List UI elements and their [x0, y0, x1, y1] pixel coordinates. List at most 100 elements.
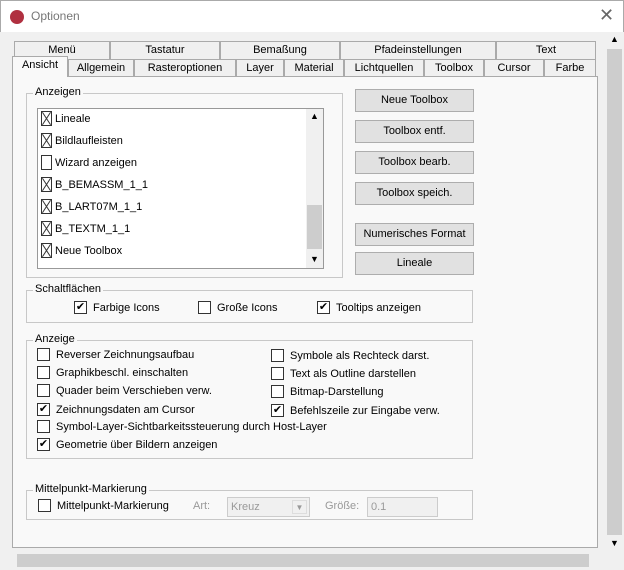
- checkbox-box[interactable]: [37, 420, 50, 433]
- list-checkbox[interactable]: [41, 111, 52, 126]
- tab-4[interactable]: Material: [284, 59, 344, 77]
- art-select[interactable]: Kreuz ▼: [227, 497, 310, 517]
- checkbox[interactable]: ✔ Zeichnungsdaten am Cursor: [37, 403, 195, 416]
- button-toolbox-bearb-[interactable]: Toolbox bearb.: [355, 151, 474, 174]
- checkbox-label: Mittelpunkt-Markierung: [57, 499, 169, 512]
- checkbox-box[interactable]: [38, 499, 51, 512]
- list-item[interactable]: Lineale: [41, 111, 90, 126]
- checkbox[interactable]: ✔ Tooltips anzeigen: [317, 301, 421, 314]
- scroll-up-icon[interactable]: ▲: [610, 34, 619, 44]
- button-neue-toolbox[interactable]: Neue Toolbox: [355, 89, 474, 112]
- checkbox[interactable]: Symbole als Rechteck darst.: [271, 349, 429, 362]
- checkbox-label: Befehlszeile zur Eingabe verw.: [290, 404, 440, 417]
- list-item[interactable]: Bildlaufleisten: [41, 133, 123, 148]
- list-item-label: B_LART07M_1_1: [55, 200, 143, 213]
- list-item[interactable]: B_LART07M_1_1: [41, 199, 142, 214]
- checkbox-box[interactable]: [271, 367, 284, 380]
- art-label: Art:: [193, 500, 211, 512]
- list-checkbox[interactable]: [41, 199, 52, 214]
- checkbox[interactable]: ✔ Befehlszeile zur Eingabe verw.: [271, 404, 440, 417]
- anzeige-label: Anzeige: [33, 333, 77, 345]
- list-checkbox[interactable]: [41, 243, 52, 258]
- scroll-down-icon[interactable]: ▼: [310, 254, 319, 264]
- checkbox-box[interactable]: [37, 366, 50, 379]
- chevron-down-icon[interactable]: ▼: [292, 500, 307, 514]
- checkbox[interactable]: Quader beim Verschieben verw.: [37, 384, 212, 397]
- checkbox-box[interactable]: [271, 349, 284, 362]
- tab-8[interactable]: Farbe: [544, 59, 596, 77]
- scroll-thumb[interactable]: [17, 554, 589, 567]
- checkbox[interactable]: ✔ Farbige Icons: [74, 301, 160, 314]
- list-item-label: Bildlaufleisten: [55, 134, 123, 147]
- toolbox-list[interactable]: Lineale Bildlaufleisten Wizard anzeigen B_B…: [37, 108, 324, 269]
- list-item-label: B_TEXTM_1_1: [55, 222, 131, 235]
- check-icon[interactable]: ✔: [37, 438, 50, 451]
- tab-2[interactable]: Rasteroptionen: [134, 59, 236, 77]
- list-item[interactable]: B_BEMASSM_1_1: [41, 177, 148, 192]
- checkbox-box[interactable]: [37, 348, 50, 361]
- groesse-label: Größe:: [325, 500, 360, 512]
- list-scrollbar[interactable]: ▲ ▼: [306, 109, 323, 268]
- check-icon[interactable]: ✔: [74, 301, 87, 314]
- window-title: Optionen: [31, 9, 80, 23]
- checkbox-label: Symbole als Rechteck darst.: [290, 349, 430, 362]
- checkbox-label: Text als Outline darstellen: [290, 367, 416, 380]
- checkbox[interactable]: Text als Outline darstellen: [271, 367, 416, 380]
- checkbox-label: Farbige Icons: [93, 301, 160, 314]
- checkbox-label: Zeichnungsdaten am Cursor: [56, 403, 195, 416]
- check-icon[interactable]: ✔: [271, 404, 284, 417]
- tab-2[interactable]: Bemaßung: [220, 41, 340, 59]
- checkbox[interactable]: Bitmap-Darstellung: [271, 385, 384, 398]
- list-item-label: Neue Toolbox: [55, 244, 123, 257]
- checkbox-box[interactable]: [198, 301, 211, 314]
- list-checkbox[interactable]: [41, 133, 52, 148]
- list-item-label: Wizard anzeigen: [55, 156, 137, 169]
- checkbox-box[interactable]: [37, 384, 50, 397]
- close-icon[interactable]: ✕: [599, 5, 614, 26]
- art-value: Kreuz: [231, 501, 260, 513]
- tab-1[interactable]: Allgemein: [68, 59, 134, 77]
- scroll-thumb[interactable]: [307, 205, 322, 249]
- scroll-down-icon[interactable]: ▼: [610, 538, 619, 548]
- checkbox-box[interactable]: [271, 385, 284, 398]
- anzeigen-label: Anzeigen: [33, 86, 83, 98]
- check-icon[interactable]: ✔: [37, 403, 50, 416]
- list-checkbox[interactable]: [41, 221, 52, 236]
- checkbox[interactable]: Reverser Zeichnungsaufbau: [37, 348, 194, 361]
- tab-7[interactable]: Cursor: [484, 59, 544, 77]
- list-item[interactable]: Neue Toolbox: [41, 243, 122, 258]
- checkbox[interactable]: Große Icons: [198, 301, 278, 314]
- tab-5[interactable]: Lichtquellen: [344, 59, 424, 77]
- checkbox-label: Große Icons: [217, 301, 278, 314]
- tab-6[interactable]: Toolbox: [424, 59, 484, 77]
- mittelpunkt-checkbox[interactable]: Mittelpunkt-Markierung: [38, 499, 169, 512]
- scroll-thumb[interactable]: [607, 49, 622, 535]
- window-vscrollbar[interactable]: ▲ ▼: [606, 32, 623, 552]
- button-toolbox-speich-[interactable]: Toolbox speich.: [355, 182, 474, 205]
- schaltflaechen-label: Schaltflächen: [33, 283, 104, 295]
- tab-4[interactable]: Text: [496, 41, 596, 59]
- app-icon: [10, 10, 24, 24]
- title-bar: Optionen ✕: [0, 0, 624, 32]
- button-toolbox-entf-[interactable]: Toolbox entf.: [355, 120, 474, 143]
- tab-1[interactable]: Tastatur: [110, 41, 220, 59]
- list-checkbox[interactable]: [41, 177, 52, 192]
- checkbox-label: Symbol-Layer-Sichtbarkeitssteuerung durc…: [56, 420, 327, 433]
- check-icon[interactable]: ✔: [317, 301, 330, 314]
- button-lineale[interactable]: Lineale: [355, 252, 474, 275]
- window-hscrollbar[interactable]: [0, 552, 606, 569]
- checkbox-label: Graphikbeschl. einschalten: [56, 366, 189, 379]
- tab-3[interactable]: Pfadeinstellungen: [340, 41, 496, 59]
- tab-3[interactable]: Layer: [236, 59, 284, 77]
- button-numerisches-format[interactable]: Numerisches Format: [355, 223, 474, 246]
- groesse-input[interactable]: 0.1: [367, 497, 438, 517]
- list-checkbox[interactable]: [41, 155, 52, 170]
- list-item[interactable]: B_TEXTM_1_1: [41, 221, 130, 236]
- list-item-label: B_BEMASSM_1_1: [55, 178, 148, 191]
- tab-0[interactable]: Ansicht: [12, 56, 68, 77]
- checkbox[interactable]: ✔ Geometrie über Bildern anzeigen: [37, 438, 217, 451]
- scroll-up-icon[interactable]: ▲: [310, 111, 319, 121]
- checkbox[interactable]: Symbol-Layer-Sichtbarkeitssteuerung durc…: [37, 420, 327, 433]
- list-item[interactable]: Wizard anzeigen: [41, 155, 137, 170]
- checkbox[interactable]: Graphikbeschl. einschalten: [37, 366, 188, 379]
